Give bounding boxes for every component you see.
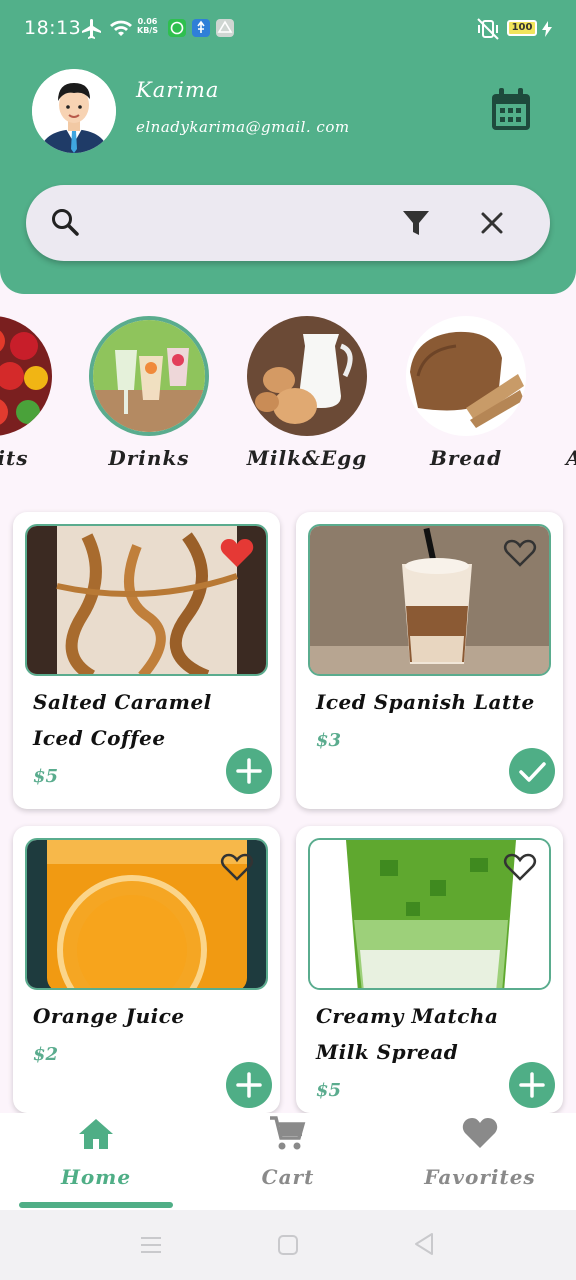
bottom-navigation: Home Cart Favorites bbox=[0, 1113, 576, 1210]
product-card[interactable]: Iced Spanish Latte $3 bbox=[296, 512, 563, 809]
battery-indicator: 100 bbox=[507, 20, 537, 36]
whatsapp-icon bbox=[168, 19, 186, 37]
favorite-heart-icon[interactable] bbox=[503, 852, 537, 886]
nav-label-favorites: Favorites bbox=[424, 1165, 536, 1189]
product-title: Iced Spanish Latte bbox=[316, 690, 535, 714]
category-label: Bread bbox=[429, 446, 503, 470]
net-speed-value: 0.06 bbox=[137, 17, 158, 26]
category-milk-egg-image bbox=[247, 316, 367, 436]
product-title: Creamy Matcha Milk Spread bbox=[316, 1004, 499, 1064]
avatar[interactable] bbox=[32, 69, 116, 153]
heart-icon bbox=[462, 1117, 498, 1153]
product-card[interactable]: Salted Caramel Iced Coffee $5 bbox=[13, 512, 280, 809]
category-list: Fruits Drinks Milk&Egg bbox=[0, 316, 576, 476]
cart-icon bbox=[268, 1115, 306, 1157]
drive-icon bbox=[216, 19, 234, 37]
category-label: Drinks bbox=[108, 446, 190, 470]
search-bar bbox=[26, 185, 550, 261]
home-button-icon[interactable] bbox=[277, 1234, 299, 1260]
nav-item-cart[interactable]: Cart bbox=[192, 1113, 384, 1210]
category-label: Milk&Egg bbox=[246, 446, 368, 470]
search-icon[interactable] bbox=[50, 207, 80, 241]
product-price: $3 bbox=[316, 730, 342, 751]
user-email: elnadykarima@gmail. com bbox=[136, 118, 350, 136]
add-to-cart-button[interactable] bbox=[226, 1062, 272, 1108]
category-milk-egg[interactable]: Milk&Egg bbox=[245, 316, 369, 470]
category-label: A bbox=[566, 446, 576, 470]
category-fruits[interactable]: Fruits bbox=[0, 316, 54, 470]
status-time: 18:13 bbox=[24, 17, 82, 39]
category-bread[interactable]: Bread bbox=[404, 316, 528, 470]
usb-icon bbox=[192, 19, 210, 37]
status-bar: 18:13 0.06 KB/S 100 bbox=[0, 0, 576, 58]
user-name: Karima bbox=[136, 78, 220, 102]
calendar-icon[interactable] bbox=[490, 88, 532, 136]
category-label: Fruits bbox=[0, 446, 29, 470]
product-card[interactable]: Orange Juice $2 bbox=[13, 826, 280, 1113]
clear-icon[interactable] bbox=[480, 211, 504, 239]
nav-item-favorites[interactable]: Favorites bbox=[384, 1113, 576, 1210]
favorite-heart-icon[interactable] bbox=[503, 538, 537, 572]
nav-label-cart: Cart bbox=[261, 1165, 315, 1189]
product-title: Salted Caramel Iced Coffee bbox=[33, 690, 212, 750]
charging-icon bbox=[541, 21, 553, 41]
back-icon[interactable] bbox=[413, 1232, 435, 1260]
network-speed: 0.06 KB/S bbox=[137, 17, 158, 35]
home-icon bbox=[78, 1117, 114, 1155]
product-price: $2 bbox=[33, 1044, 59, 1065]
add-to-cart-button[interactable] bbox=[509, 1062, 555, 1108]
favorite-heart-icon[interactable] bbox=[220, 538, 254, 572]
category-fruits-image bbox=[0, 316, 52, 436]
nav-label-home: Home bbox=[60, 1165, 132, 1189]
filter-icon[interactable] bbox=[402, 209, 430, 241]
category-partial[interactable]: A bbox=[566, 316, 576, 470]
nav-item-home[interactable]: Home bbox=[0, 1113, 192, 1210]
vibrate-icon bbox=[476, 17, 500, 45]
net-speed-unit: KB/S bbox=[137, 26, 158, 35]
category-drinks-image bbox=[89, 316, 209, 436]
category-drinks[interactable]: Drinks bbox=[87, 316, 211, 470]
system-navigation-bar bbox=[0, 1210, 576, 1280]
recent-apps-icon[interactable] bbox=[140, 1234, 162, 1260]
product-price: $5 bbox=[33, 766, 59, 787]
search-input[interactable] bbox=[110, 203, 390, 243]
wifi-icon bbox=[109, 17, 133, 43]
profile-header: Karima elnadykarima@gmail. com bbox=[0, 58, 576, 294]
favorite-heart-icon[interactable] bbox=[220, 852, 254, 886]
product-title: Orange Juice bbox=[33, 1004, 185, 1028]
product-card[interactable]: Creamy Matcha Milk Spread $5 bbox=[296, 826, 563, 1113]
add-to-cart-button[interactable] bbox=[226, 748, 272, 794]
product-price: $5 bbox=[316, 1080, 342, 1101]
airplane-icon bbox=[80, 17, 104, 45]
added-to-cart-check-button[interactable] bbox=[509, 748, 555, 794]
active-tab-indicator bbox=[19, 1202, 173, 1208]
category-bread-image bbox=[406, 316, 526, 436]
